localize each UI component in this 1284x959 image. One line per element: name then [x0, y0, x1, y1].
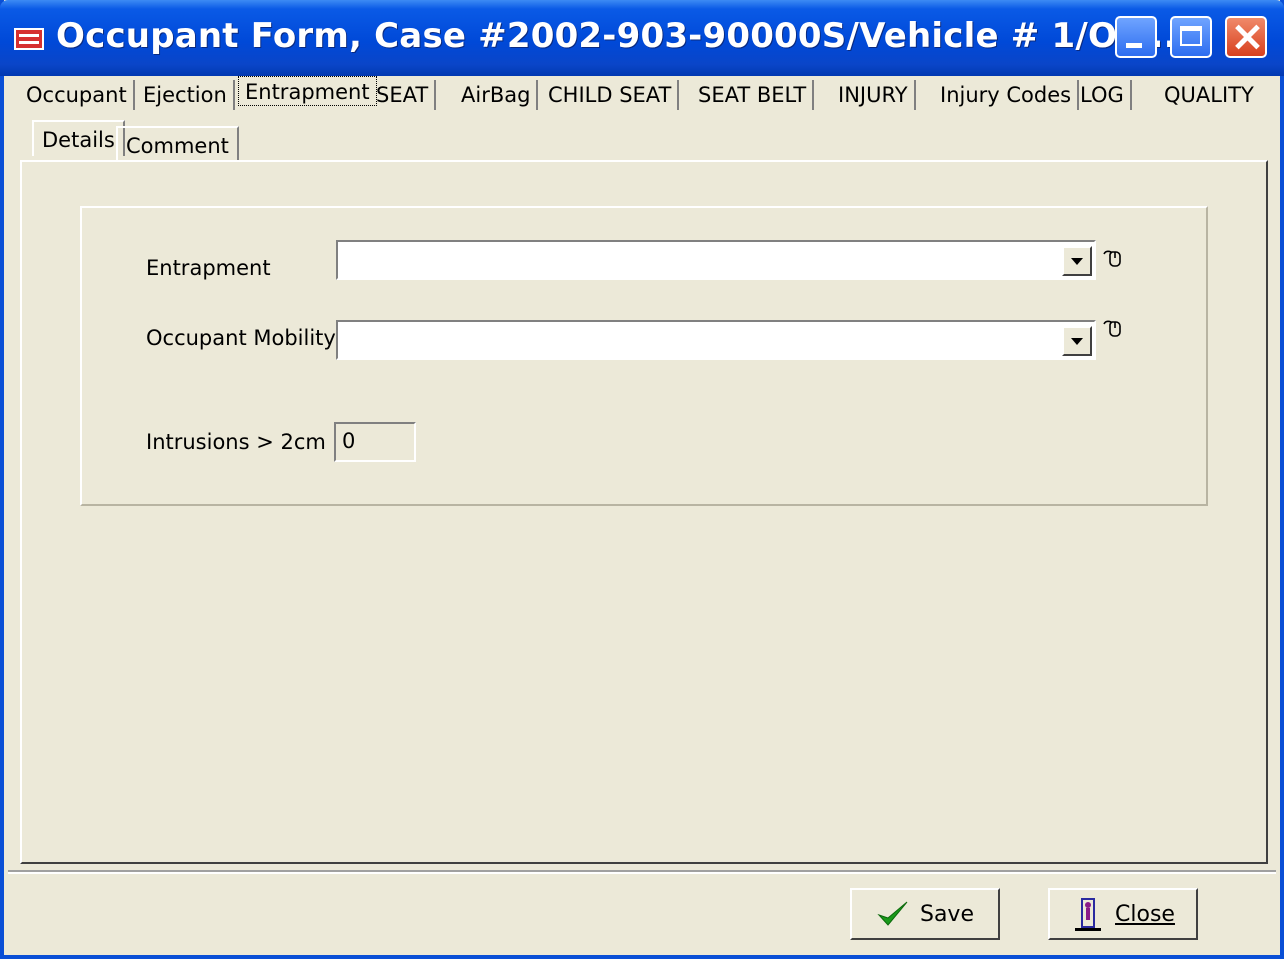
tab-comment[interactable]: Comment — [116, 126, 239, 162]
tab-log[interactable]: LOG — [1074, 80, 1132, 110]
chevron-down-icon[interactable] — [1062, 326, 1092, 356]
occupant-mobility-label: Occupant Mobility — [146, 326, 336, 350]
tab-child-seat[interactable]: CHILD SEAT — [542, 80, 680, 110]
save-label: Save — [919, 901, 974, 927]
checkmark-icon — [876, 899, 910, 929]
tab-injury[interactable]: INJURY — [832, 80, 916, 110]
minimize-button[interactable] — [1115, 16, 1157, 58]
save-button[interactable]: Save — [850, 888, 1000, 940]
sub-tab-strip: Details Comment — [24, 120, 1264, 164]
tab-entrapment[interactable]: Entrapment — [238, 76, 377, 106]
window-title: Occupant Form, Case #2002-903-90000S/Veh… — [56, 16, 1177, 56]
tab-seat-belt[interactable]: SEAT BELT — [692, 80, 815, 110]
chevron-down-icon[interactable] — [1062, 246, 1092, 276]
intrusions-field[interactable]: 0 — [334, 422, 416, 462]
entrapment-label: Entrapment — [146, 256, 271, 280]
mouse-icon[interactable] — [1102, 318, 1122, 340]
mouse-icon[interactable] — [1102, 248, 1122, 270]
tab-seat[interactable]: SEAT — [370, 80, 437, 110]
entrapment-dropdown[interactable] — [336, 240, 1096, 280]
divider — [8, 870, 1276, 874]
tab-quality[interactable]: QUALITY — [1158, 80, 1260, 110]
title-bar[interactable]: Occupant Form, Case #2002-903-90000S/Veh… — [0, 0, 1284, 76]
close-window-button[interactable] — [1225, 16, 1267, 58]
maximize-button[interactable] — [1170, 16, 1212, 58]
tab-ejection[interactable]: Ejection — [137, 80, 235, 110]
close-button[interactable]: Close — [1048, 888, 1198, 940]
exit-door-icon — [1071, 896, 1105, 932]
close-label: Close — [1115, 901, 1175, 927]
form-app-icon — [14, 28, 44, 50]
intrusions-label: Intrusions > 2cm — [146, 430, 326, 454]
tab-details[interactable]: Details — [32, 120, 125, 156]
tab-injury-codes[interactable]: Injury Codes — [934, 80, 1080, 110]
occupant-mobility-dropdown[interactable] — [336, 320, 1096, 360]
main-tab-strip: Occupant Ejection Entrapment SEAT AirBag… — [12, 74, 1274, 114]
tab-airbag[interactable]: AirBag — [455, 80, 539, 110]
tab-occupant[interactable]: Occupant — [20, 80, 135, 110]
